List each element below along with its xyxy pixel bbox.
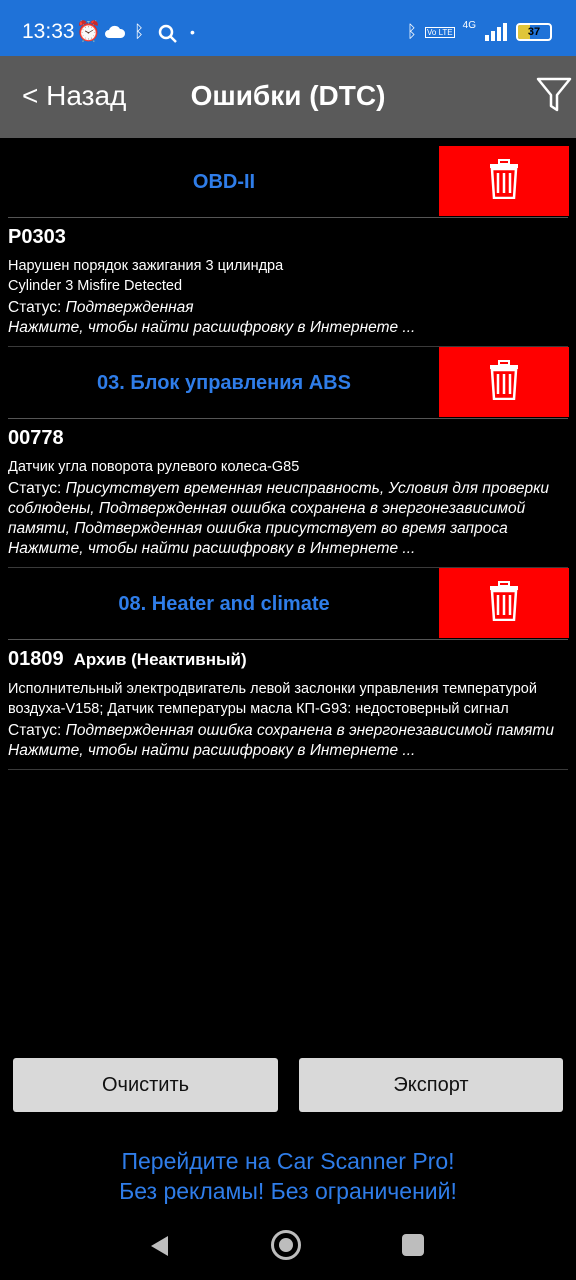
dtc-code-row: 01809 Архив (Неактивный) xyxy=(8,646,568,673)
app-bar: < Назад Ошибки (DTC) xyxy=(0,56,576,138)
trash-icon xyxy=(489,580,519,626)
dtc-status-label: Статус: xyxy=(8,722,66,739)
dtc-code: 00778 xyxy=(8,427,64,449)
module-header: 08. Heater and climate xyxy=(8,568,569,640)
signal-icon xyxy=(485,23,507,41)
system-nav-bar xyxy=(0,1210,576,1280)
delete-module-button[interactable] xyxy=(439,146,569,216)
nav-back-icon[interactable] xyxy=(148,1234,170,1258)
dtc-status: Статус: Присутствует временная неисправн… xyxy=(8,479,568,539)
trash-icon xyxy=(489,359,519,405)
dtc-entry[interactable]: 01809 Архив (Неактивный) Исполнительный эл… xyxy=(8,640,568,770)
dtc-list: OBD-II P0303 Нарушен порядок зажигания 3 ц… xyxy=(0,146,576,770)
dtc-archive-badge: Архив (Неактивный) xyxy=(73,650,247,669)
module-title[interactable]: OBD-II xyxy=(8,146,440,218)
promo-line-1: Перейдите на Car Scanner Pro! xyxy=(121,1148,455,1174)
dtc-status: Статус: Подтвержденная ошибка сохранена … xyxy=(8,721,568,741)
search-icon xyxy=(158,24,177,43)
network-type: 4G xyxy=(462,20,476,31)
dtc-status-label: Статус: xyxy=(8,299,66,316)
dtc-description: Нарушен порядок зажигания 3 цилиндра xyxy=(8,258,284,274)
nav-recents-icon[interactable] xyxy=(402,1234,424,1256)
dtc-code: 01809 xyxy=(8,648,64,670)
delete-module-button[interactable] xyxy=(439,347,569,417)
module-header: OBD-II xyxy=(8,146,569,218)
dtc-description: Датчик угла поворота рулевого колеса-G85 xyxy=(8,459,300,475)
dtc-status-label: Статус: xyxy=(8,480,66,497)
dtc-status-value: Подтвержденная ошибка сохранена в энерго… xyxy=(65,722,554,739)
status-bar: 13:33 ⏰ ᛒ • ᛒ Vo LTE 4G 37 xyxy=(0,0,576,56)
dot-icon: • xyxy=(190,24,195,40)
cloud-icon xyxy=(105,25,126,38)
bluetooth-icon: ᛒ xyxy=(134,22,145,41)
volte-icon: Vo LTE xyxy=(425,26,455,38)
clear-button[interactable]: Очистить xyxy=(13,1058,278,1112)
dtc-search-hint[interactable]: Нажмите, чтобы найти расшифровку в Интер… xyxy=(8,539,568,559)
dtc-status-value: Подтвержденная xyxy=(65,299,194,316)
promo-banner[interactable]: Перейдите на Car Scanner Pro! Без реклам… xyxy=(0,1146,576,1206)
promo-line-2: Без рекламы! Без ограничений! xyxy=(119,1178,457,1204)
alarm-icon: ⏰ xyxy=(76,21,101,43)
nav-home-icon[interactable] xyxy=(271,1230,301,1260)
module-title[interactable]: 08. Heater and climate xyxy=(8,568,440,640)
dtc-search-hint[interactable]: Нажмите, чтобы найти расшифровку в Интер… xyxy=(8,741,568,761)
dtc-code: P0303 xyxy=(8,226,66,248)
dtc-search-hint[interactable]: Нажмите, чтобы найти расшифровку в Интер… xyxy=(8,318,568,338)
module-title[interactable]: 03. Блок управления ABS xyxy=(8,347,440,419)
back-button[interactable]: < Назад xyxy=(22,80,126,112)
status-time: 13:33 xyxy=(22,20,75,43)
module-header: 03. Блок управления ABS xyxy=(8,347,569,419)
dtc-status-value: Присутствует временная неисправность, Ус… xyxy=(8,480,550,537)
trash-icon xyxy=(489,158,519,204)
dtc-description: Исполнительный электродвигатель левой за… xyxy=(8,681,537,717)
dtc-entry[interactable]: P0303 Нарушен порядок зажигания 3 цилиндр… xyxy=(8,218,568,347)
delete-module-button[interactable] xyxy=(439,568,569,638)
battery-icon: 37 xyxy=(516,23,552,41)
dtc-description: Cylinder 3 Misfire Detected xyxy=(8,278,183,294)
bluetooth-icon: ᛒ xyxy=(406,22,417,41)
battery-level: 37 xyxy=(527,26,541,38)
dtc-entry[interactable]: 00778 Датчик угла поворота рулевого колес… xyxy=(8,419,568,568)
dtc-code-row: P0303 xyxy=(8,224,568,250)
dtc-status: Статус: Подтвержденная xyxy=(8,298,568,318)
dtc-code-row: 00778 xyxy=(8,425,568,451)
export-button[interactable]: Экспорт xyxy=(299,1058,563,1112)
filter-icon[interactable] xyxy=(536,76,572,114)
